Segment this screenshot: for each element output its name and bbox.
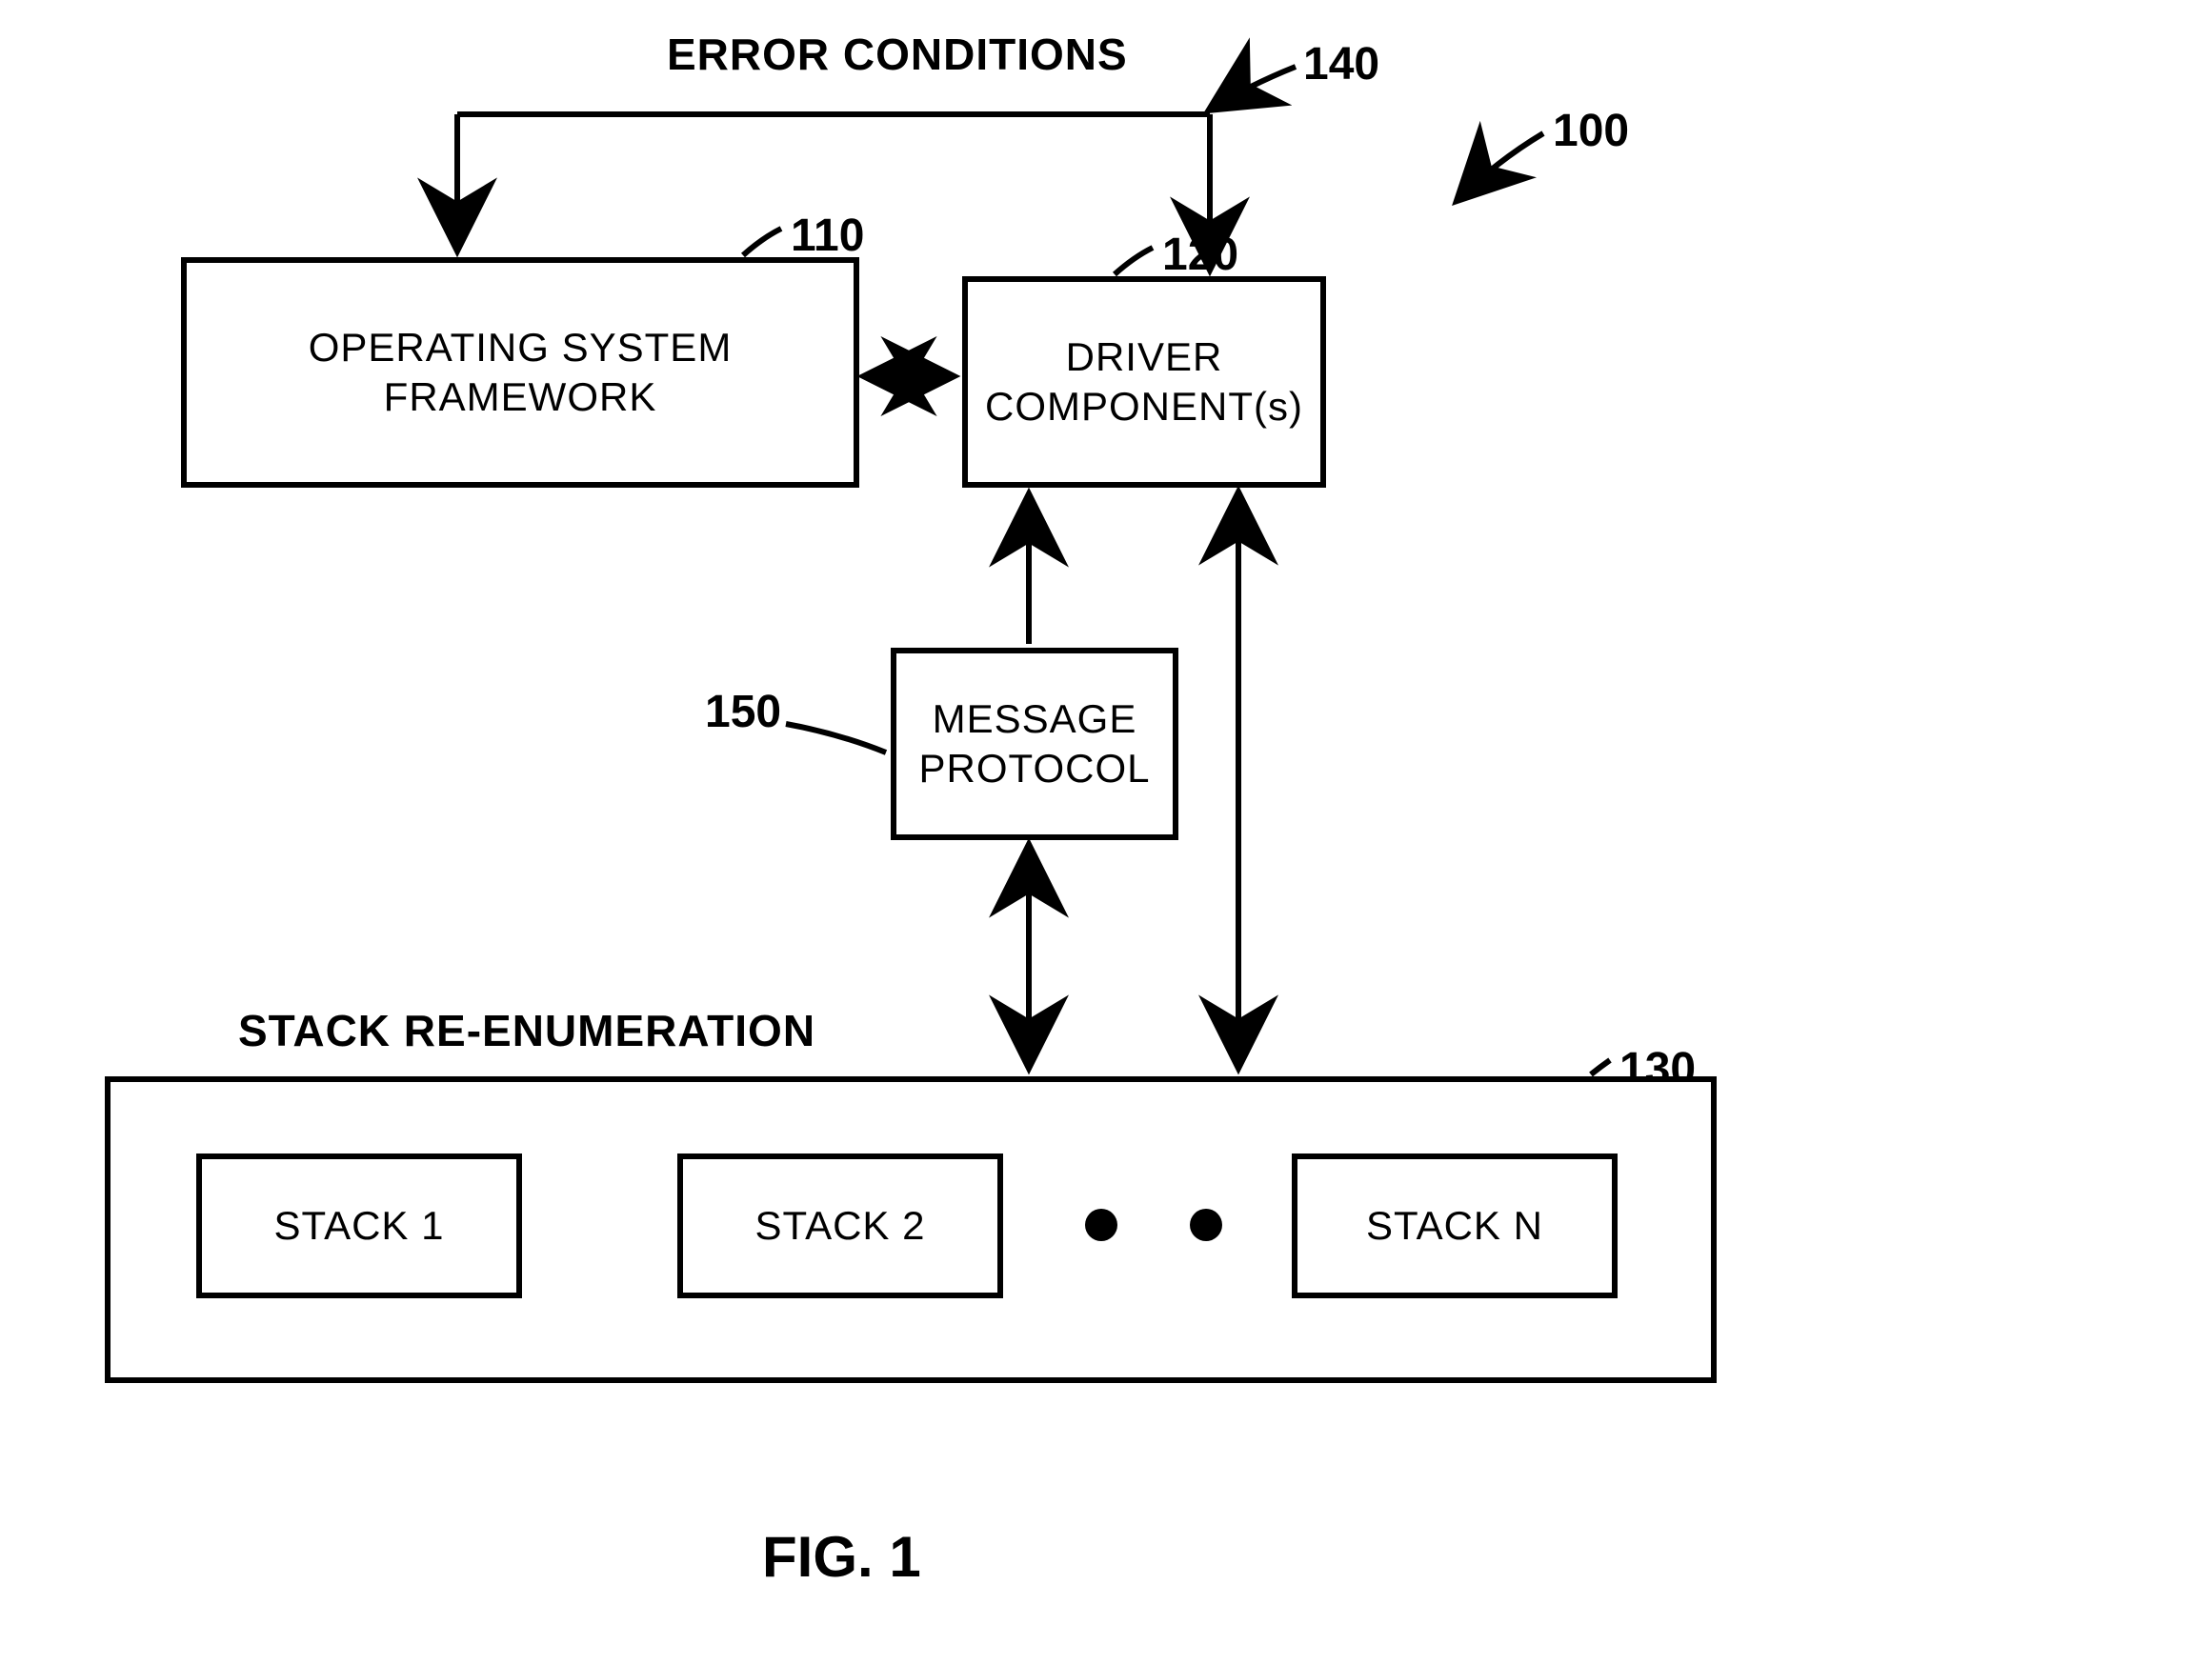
message-protocol-box: MESSAGE PROTOCOL (891, 648, 1178, 840)
ref-150: 150 (705, 686, 781, 738)
driver-component-text: DRIVER COMPONENT(s) (968, 332, 1320, 432)
stack-n-text: STACK N (1366, 1201, 1543, 1252)
stack-1-box: STACK 1 (196, 1153, 522, 1298)
os-framework-box: OPERATING SYSTEM FRAMEWORK (181, 257, 859, 488)
stack-2-box: STACK 2 (677, 1153, 1003, 1298)
os-framework-text: OPERATING SYSTEM FRAMEWORK (187, 323, 854, 423)
figure-label: FIG. 1 (762, 1524, 921, 1590)
stack-2-text: STACK 2 (755, 1201, 926, 1252)
diagram-canvas: ERROR CONDITIONS 140 100 OPERATING SYSTE… (0, 0, 2212, 1665)
driver-component-box: DRIVER COMPONENT(s) (962, 276, 1326, 488)
message-protocol-text: MESSAGE PROTOCOL (896, 694, 1173, 794)
stack-1-text: STACK 1 (274, 1201, 445, 1252)
ref-140: 140 (1303, 38, 1379, 90)
ref-110: 110 (791, 210, 864, 262)
ref-100: 100 (1553, 105, 1629, 157)
stacks-container: STACK 1 STACK 2 STACK N (105, 1076, 1717, 1383)
ref-120: 120 (1162, 229, 1238, 281)
stack-reenum-label: STACK RE-ENUMERATION (238, 1005, 815, 1056)
ellipsis-icon (1044, 1196, 1282, 1254)
error-conditions-label: ERROR CONDITIONS (667, 29, 1128, 80)
stack-n-box: STACK N (1292, 1153, 1618, 1298)
